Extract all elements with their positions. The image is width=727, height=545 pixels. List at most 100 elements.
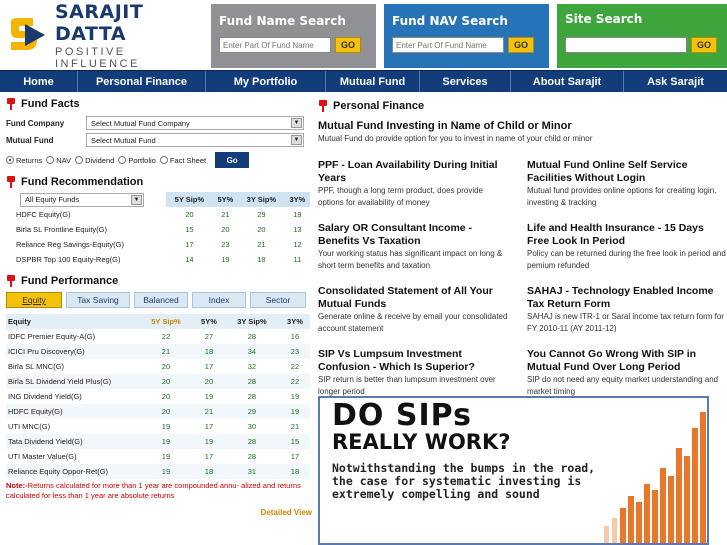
article-title-link[interactable]: You Cannot Go Wrong With SIP in Mutual F… bbox=[527, 348, 727, 374]
table-row: ING Dividend Yield(G) 20 19 28 19 bbox=[6, 389, 310, 404]
mutual-fund-select[interactable]: Select Mutual Fund ▼ bbox=[86, 133, 304, 147]
nav-personal-finance[interactable]: Personal Finance bbox=[78, 71, 206, 92]
radio-fact-sheet[interactable]: Fact Sheet bbox=[159, 156, 206, 165]
tab-index[interactable]: Index bbox=[192, 292, 246, 308]
fund-name-link[interactable]: HDFC Equity(G) bbox=[6, 404, 138, 419]
fund-name-link[interactable]: UTI Master Value(G) bbox=[6, 449, 138, 464]
tab-balanced[interactable]: Balanced bbox=[134, 292, 188, 308]
lead-article: Mutual Fund Investing in Name of Child o… bbox=[318, 120, 727, 145]
recommendation-filter-value: All Equity Funds bbox=[25, 195, 80, 204]
fund-performance-heading: Fund Performance bbox=[6, 273, 312, 289]
fund-name-link[interactable]: Reliance Equity Oppor-Ret(G) bbox=[6, 464, 138, 479]
fund-recommendation-heading: Fund Recommendation bbox=[6, 174, 312, 190]
article-grid: PPF - Loan Availability During Initial Y… bbox=[318, 159, 727, 411]
fund-name-link[interactable]: Birla SL MNC(G) bbox=[6, 359, 138, 374]
col-header[interactable]: 3Y Sip% bbox=[223, 314, 280, 329]
article-title-link[interactable]: PPF - Loan Availability During Initial Y… bbox=[318, 159, 508, 185]
fund-name-search-input[interactable] bbox=[219, 37, 331, 53]
article-title-link[interactable]: Consolidated Statement of All Your Mutua… bbox=[318, 285, 508, 311]
article-col-left: PPF - Loan Availability During Initial Y… bbox=[318, 159, 508, 411]
table-row: Birla SL MNC(G) 20 17 32 22 bbox=[6, 359, 310, 374]
recommendation-filter-select[interactable]: All Equity Funds ▼ bbox=[20, 192, 144, 207]
fund-name-link[interactable]: UTI MNC(G) bbox=[6, 419, 138, 434]
fund-name-link[interactable]: Birla SL Dividend Yield Plus(G) bbox=[6, 374, 138, 389]
fund-nav-go-button[interactable]: GO bbox=[508, 37, 534, 53]
fund-facts-options: Returns NAV Dividend Portfolio Fact Shee… bbox=[6, 151, 312, 169]
site-logo[interactable]: SARAJIT DATTA POSITIVE INFLUENCE bbox=[3, 0, 203, 70]
recommendation-table: All Equity Funds ▼ 5Y Sip% 5Y% 3Y Sip% 3… bbox=[6, 192, 310, 267]
col-header: 3Y Sip% bbox=[237, 192, 285, 207]
banner-subtitle: Notwithstanding the bumps in the road, t… bbox=[332, 461, 596, 501]
article-title-link[interactable]: SAHAJ - Technology Enabled Income Tax Re… bbox=[527, 285, 727, 311]
fund-name-go-button[interactable]: GO bbox=[335, 37, 361, 53]
logo-name: SARAJIT DATTA bbox=[55, 0, 144, 45]
fund-nav-search-title: Fund NAV Search bbox=[392, 14, 508, 28]
fund-name-link[interactable]: IDFC Premier Equity-A(G) bbox=[6, 329, 138, 344]
nav-ask-sarajit[interactable]: Ask Sarajit bbox=[624, 71, 727, 92]
table-row: Birla SL Frontline Equity(G) 15 20 20 13 bbox=[6, 222, 310, 237]
list-item: Salary OR Consultant Income - Benefits V… bbox=[318, 222, 508, 280]
fund-name-link[interactable]: Reliance Reg Savings-Equity(G) bbox=[6, 237, 166, 252]
table-row: HDFC Equity(G) 20 21 29 19 bbox=[6, 207, 310, 222]
site-search-input[interactable] bbox=[565, 37, 687, 53]
fund-name-link[interactable]: ING Dividend Yield(G) bbox=[6, 389, 138, 404]
nav-home[interactable]: Home bbox=[0, 71, 78, 92]
banner-title-1: DO SIPs bbox=[332, 398, 472, 433]
page: SARAJIT DATTA POSITIVE INFLUENCE Fund Na… bbox=[0, 0, 727, 545]
fund-company-select[interactable]: Select Mutual Fund Company ▼ bbox=[86, 116, 304, 130]
logo-mark-icon bbox=[7, 14, 49, 56]
chevron-down-icon: ▼ bbox=[291, 118, 302, 128]
radio-returns[interactable]: Returns bbox=[6, 156, 42, 165]
pushpin-icon bbox=[318, 100, 328, 112]
nav-my-portfolio[interactable]: My Portfolio bbox=[206, 71, 326, 92]
table-row: Tata Dividend Yield(G) 19 19 28 15 bbox=[6, 434, 310, 449]
fund-name-link[interactable]: ICICI Pru Discovery(G) bbox=[6, 344, 138, 359]
article-desc: SIP return is better than lumpsum invest… bbox=[318, 375, 496, 396]
site-search-go-button[interactable]: GO bbox=[691, 37, 717, 53]
nav-services[interactable]: Services bbox=[420, 71, 511, 92]
fund-name-link[interactable]: HDFC Equity(G) bbox=[6, 207, 166, 222]
fund-nav-search-input[interactable] bbox=[392, 37, 504, 53]
personal-finance-title: Personal Finance bbox=[333, 100, 425, 112]
detailed-view-link[interactable]: Detailed View bbox=[6, 508, 312, 517]
col-header: 3Y% bbox=[284, 192, 310, 207]
radio-portfolio[interactable]: Portfolio bbox=[118, 156, 156, 165]
table-row: ICICI Pru Discovery(G) 21 18 34 23 bbox=[6, 344, 310, 359]
list-item: Life and Health Insurance - 15 Days Free… bbox=[527, 222, 727, 280]
radio-dividend[interactable]: Dividend bbox=[75, 156, 114, 165]
tab-tax-saving[interactable]: Tax Saving bbox=[66, 292, 130, 308]
pushpin-icon bbox=[6, 98, 16, 110]
logo-tagline: POSITIVE INFLUENCE bbox=[55, 45, 140, 70]
nav-mutual-fund[interactable]: Mutual Fund bbox=[326, 71, 420, 92]
article-desc: Mutual Fund do provide option for you to… bbox=[318, 134, 593, 143]
fund-name-link[interactable]: DSPBR Top 100 Equity-Reg(G) bbox=[6, 252, 166, 267]
site-search-title: Site Search bbox=[565, 12, 643, 26]
pushpin-icon bbox=[6, 176, 16, 188]
fund-facts-title: Fund Facts bbox=[21, 98, 80, 110]
radio-nav[interactable]: NAV bbox=[46, 156, 71, 165]
tab-equity[interactable]: Equity bbox=[6, 292, 62, 308]
table-row: Birla SL Dividend Yield Plus(G) 20 20 28 22 bbox=[6, 374, 310, 389]
fund-name-link[interactable]: Tata Dividend Yield(G) bbox=[6, 434, 138, 449]
nav-about-sarajit[interactable]: About Sarajit bbox=[511, 71, 624, 92]
fund-name-link[interactable]: Birla SL Frontline Equity(G) bbox=[6, 222, 166, 237]
article-title-link[interactable]: SIP Vs Lumpsum Investment Confusion - Wh… bbox=[318, 348, 508, 374]
col-header[interactable]: 5Y% bbox=[193, 314, 224, 329]
article-desc: PPF, though a long term product, does pr… bbox=[318, 186, 483, 207]
chevron-down-icon: ▼ bbox=[131, 194, 142, 205]
site-search-box: Site Search GO bbox=[557, 4, 727, 68]
article-title-link[interactable]: Mutual Fund Investing in Name of Child o… bbox=[318, 120, 727, 133]
performance-tabs: Equity Tax Saving Balanced Index Sector bbox=[6, 292, 312, 308]
article-title-link[interactable]: Salary OR Consultant Income - Benefits V… bbox=[318, 222, 508, 248]
article-title-link[interactable]: Mutual Fund Online Self Service Faciliti… bbox=[527, 159, 727, 185]
col-header[interactable]: 3Y% bbox=[279, 314, 310, 329]
sip-banner[interactable]: DO SIPs REALLY WORK? Notwithstanding the… bbox=[318, 396, 709, 545]
fund-recommendation-title: Fund Recommendation bbox=[21, 176, 144, 188]
article-title-link[interactable]: Life and Health Insurance - 15 Days Free… bbox=[527, 222, 727, 248]
table-row: DSPBR Top 100 Equity-Reg(G) 14 19 18 11 bbox=[6, 252, 310, 267]
note-label: Note:- bbox=[6, 481, 28, 490]
tab-sector[interactable]: Sector bbox=[250, 292, 306, 308]
right-column: Personal Finance Mutual Fund Investing i… bbox=[318, 98, 727, 411]
col-header[interactable]: 5Y Sip% bbox=[138, 314, 194, 329]
fund-facts-go-button[interactable]: Go bbox=[215, 152, 250, 168]
